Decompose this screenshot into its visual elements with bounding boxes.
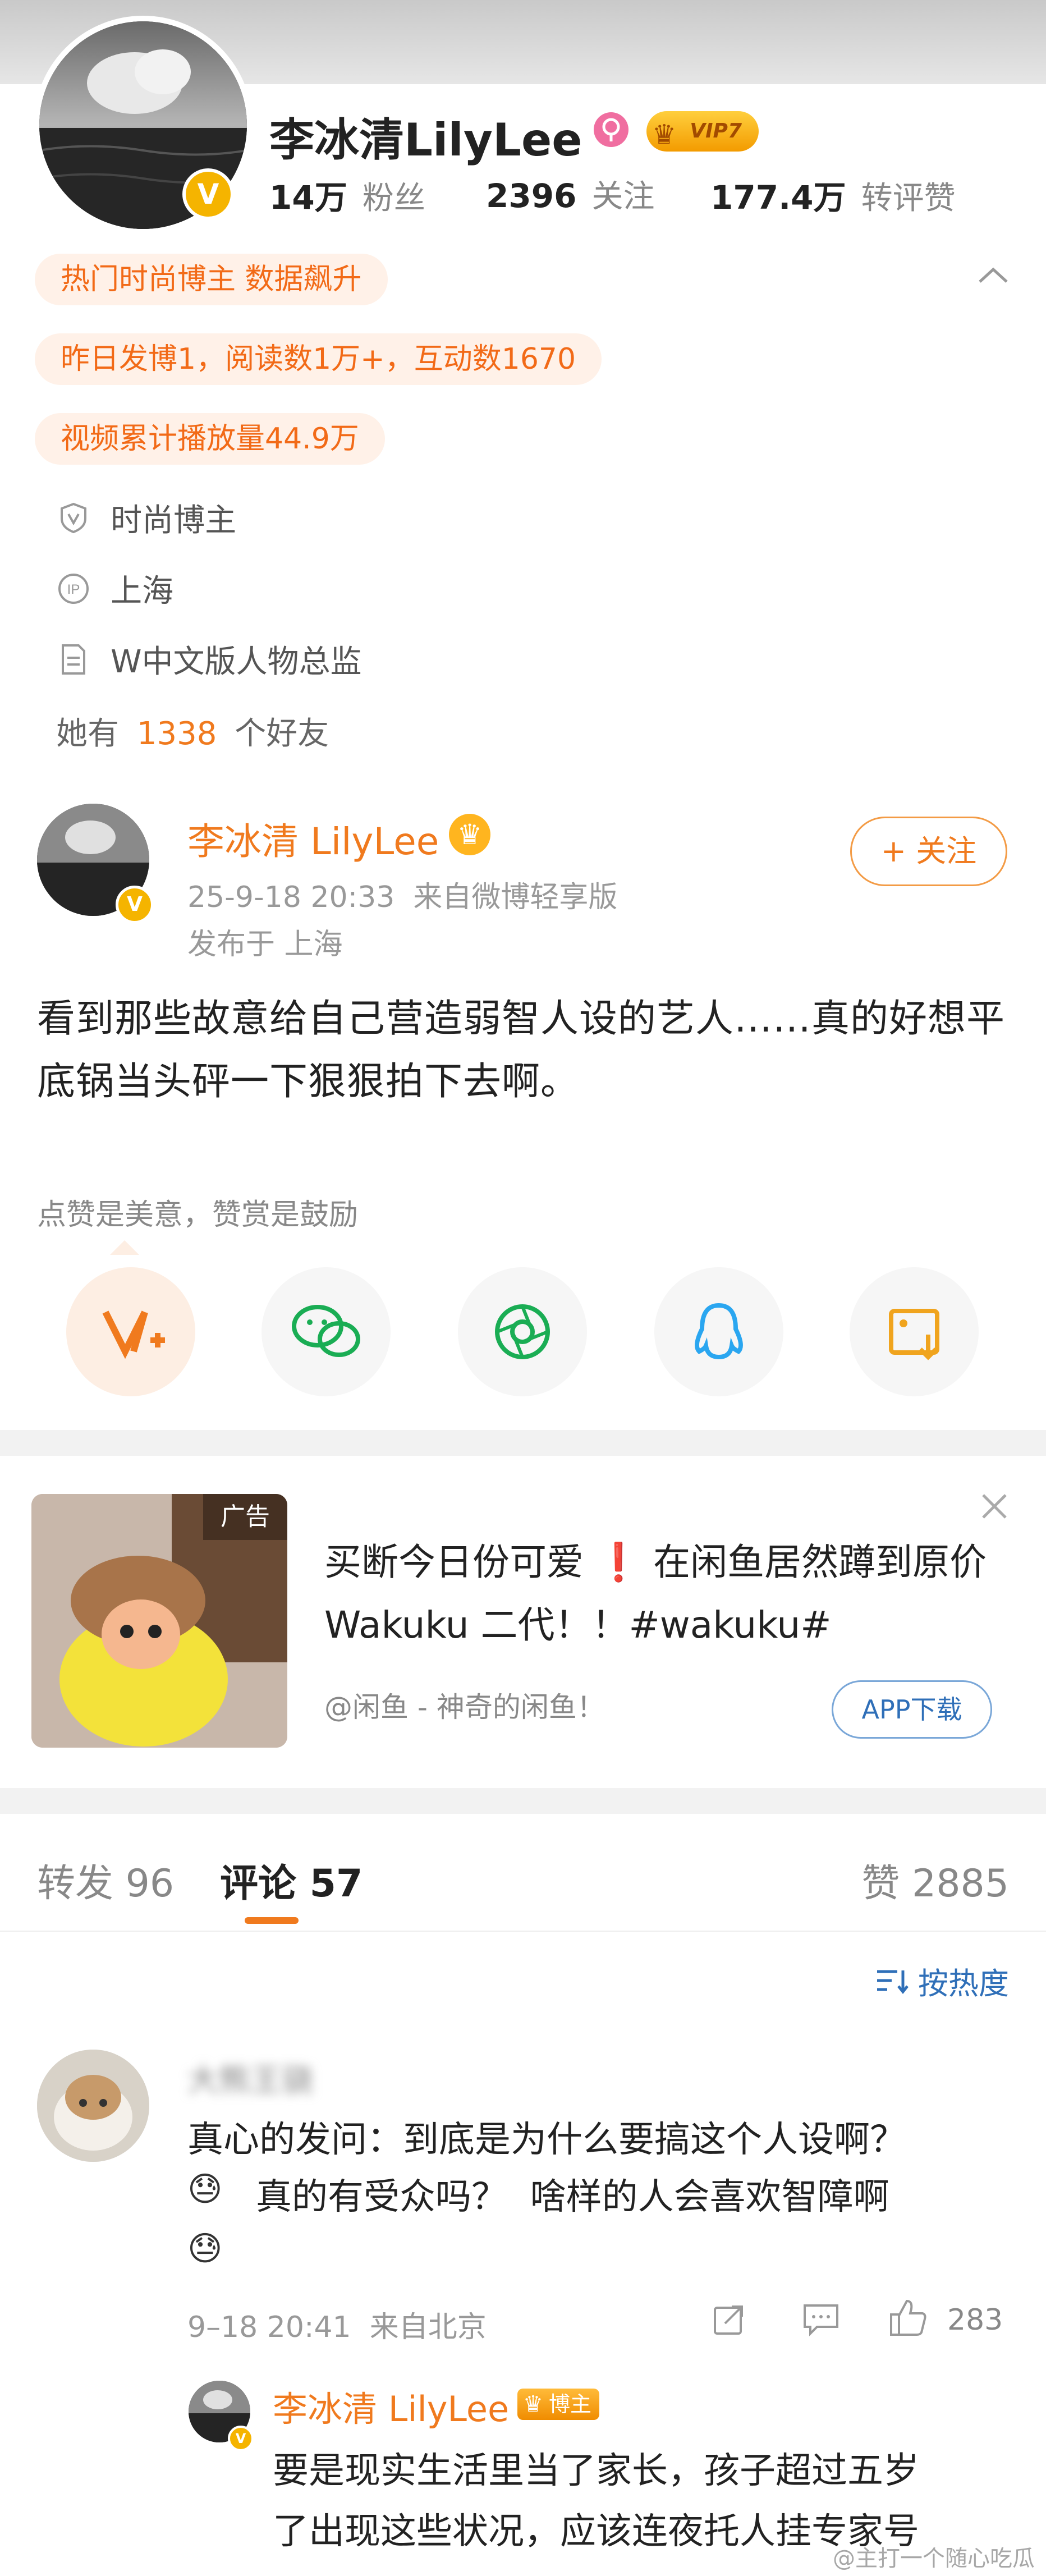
active-tab-indicator — [245, 1917, 299, 1924]
blogger-badge-label: 博主 — [549, 2392, 592, 2417]
crown-icon: ♛ — [523, 2391, 543, 2417]
friends-row[interactable]: 她有 1338 个好友 — [56, 708, 329, 754]
female-gender-icon — [594, 112, 628, 147]
emoji-icon: 😓 — [187, 2170, 223, 2209]
sort-icon — [877, 1970, 909, 1994]
section-divider — [0, 1430, 1046, 1456]
hot-blogger-tag[interactable]: 热门时尚博主 数据飙升 — [35, 254, 388, 305]
reply-line-1: 要是现实生活里当了家长，孩子超过五岁 — [273, 2450, 919, 2492]
stat-label: 关注 — [591, 178, 655, 215]
cat-image — [37, 2050, 149, 2162]
post-text: 看到那些故意给自己营造弱智人设的艺人……真的好想平底锅当头砰一下狠狠拍下去啊。 — [37, 997, 1006, 1104]
stat-num: 2396 — [486, 177, 577, 215]
stat-following[interactable]: 2396 关注 — [486, 171, 655, 217]
ad-text[interactable]: 买断今日份可爱 ❗ 在闲鱼居然蹲到原价 Wakuku 二代！！#wakuku# — [324, 1531, 998, 1657]
reply-comment-icon[interactable] — [801, 2301, 841, 2340]
reply-author-name[interactable]: 李冰清 LilyLee — [273, 2381, 509, 2431]
emoji-icon: 😓 — [187, 2229, 223, 2268]
share-moments-button[interactable] — [458, 1267, 587, 1396]
ad-source: @闲鱼 - 神奇的闲鱼！ — [324, 1691, 605, 1724]
wechat-icon — [292, 1305, 360, 1357]
crown-icon: ♛ — [652, 119, 677, 150]
save-image-button[interactable] — [850, 1267, 979, 1396]
post-location: 发布于 上海 — [187, 928, 343, 961]
crown-icon: ♛ — [449, 814, 490, 855]
reward-hint: 点赞是美意，赞赏是鼓励 — [37, 1198, 359, 1232]
reward-button[interactable] — [66, 1267, 195, 1396]
friends-prefix: 她有 — [56, 716, 119, 752]
reply-line-2: 了出现这些状况，应该连夜托人挂专家号 — [273, 2511, 919, 2552]
follow-button[interactable]: + 关注 — [850, 817, 1007, 886]
ip-icon: IP — [58, 573, 89, 604]
verified-badge-icon: V — [182, 168, 234, 220]
collapse-chevron-up-icon[interactable] — [976, 264, 1010, 288]
stat-num: 14万 — [269, 178, 347, 217]
app-download-button[interactable]: APP下载 — [832, 1680, 992, 1739]
info-text: 上海 — [111, 573, 174, 609]
vip-label: VIP7 — [690, 120, 742, 143]
pointer-caret — [110, 1240, 139, 1255]
document-icon — [62, 644, 85, 675]
moments-icon — [495, 1304, 550, 1359]
exclamation-icon: ❗ — [595, 1541, 642, 1584]
verified-badge-icon: V — [116, 886, 154, 924]
blogger-badge: ♛ 博主 — [517, 2389, 600, 2420]
info-row-ip: IP 上海 — [56, 566, 173, 611]
reward-v-icon — [102, 1310, 165, 1359]
stat-interactions[interactable]: 177.4万 转评赞 — [710, 171, 956, 218]
watermark: @主打一个随心吃瓜 — [833, 2546, 1035, 2572]
tabs-divider — [0, 1931, 1046, 1932]
commenter-username[interactable]: 大熊王骁 — [187, 2055, 313, 2101]
shield-v-icon — [61, 502, 86, 533]
profile-name: 李冰清LilyLee — [269, 114, 582, 166]
info-row-category: 时尚博主 — [56, 495, 236, 540]
save-image-icon — [889, 1309, 939, 1360]
qq-icon — [695, 1303, 743, 1360]
repost-icon[interactable] — [710, 2301, 747, 2340]
stat-label: 转评赞 — [861, 180, 956, 217]
like-thumb-icon[interactable] — [888, 2298, 929, 2340]
tab-likes[interactable]: 赞 2885 — [861, 1852, 1009, 1908]
share-wechat-button[interactable] — [262, 1267, 391, 1396]
ad-text-before: 买断今日份可爱 — [324, 1541, 584, 1584]
friends-count: 1338 — [136, 716, 217, 752]
stat-label: 粉丝 — [362, 180, 425, 217]
post-author-name[interactable]: 李冰清 LilyLee — [187, 812, 439, 865]
tab-comment[interactable]: 评论 57 — [220, 1852, 363, 1908]
ad-tag: 广告 — [203, 1494, 287, 1540]
svg-text:IP: IP — [67, 582, 80, 597]
close-icon[interactable] — [979, 1491, 1010, 1524]
video-plays-tag[interactable]: 视频累计播放量44.9万 — [35, 413, 385, 465]
tab-repost[interactable]: 转发 96 — [37, 1852, 174, 1908]
comment-meta: 9–18 20:41 来自北京 — [187, 2311, 487, 2344]
comment-line-2: 真的有受众吗？ 啥样的人会喜欢智障啊 — [256, 2176, 889, 2218]
vip-badge[interactable]: ♛ VIP7 — [646, 111, 759, 152]
comment-line-1: 真心的发问：到底是为什么要搞这个人设啊？ — [187, 2119, 906, 2161]
friends-suffix: 个好友 — [235, 716, 329, 752]
share-qq-button[interactable] — [654, 1267, 783, 1396]
comment-like-count: 283 — [947, 2303, 1003, 2337]
info-text: W中文版人物总监 — [111, 644, 362, 680]
verified-badge-icon: V — [228, 2426, 254, 2451]
section-divider — [0, 1788, 1046, 1814]
post-time-source: 25-9-18 20:33 来自微博轻享版 — [187, 881, 618, 914]
sort-label: 按热度 — [918, 1966, 1009, 2001]
stat-num: 177.4万 — [710, 178, 846, 217]
commenter-avatar[interactable] — [37, 2050, 149, 2162]
yesterday-stats-tag[interactable]: 昨日发博1，阅读数1万+，互动数1670 — [35, 333, 602, 385]
info-row-job: W中文版人物总监 — [56, 636, 361, 682]
stat-followers[interactable]: 14万 粉丝 — [269, 171, 425, 218]
sort-by-hot-button[interactable]: 按热度 — [875, 1959, 1009, 2003]
info-text: 时尚博主 — [111, 502, 237, 539]
